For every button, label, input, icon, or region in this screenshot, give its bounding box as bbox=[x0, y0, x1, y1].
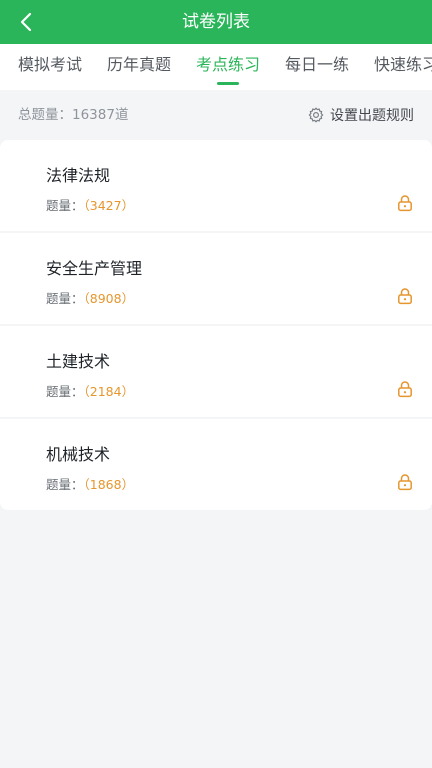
count-label: 题量： bbox=[46, 384, 84, 399]
set-rules-button[interactable]: 设置出题规则 bbox=[308, 90, 414, 140]
count-value: （3427） bbox=[83, 198, 135, 213]
gear-icon bbox=[308, 107, 324, 123]
count-value: （8908） bbox=[83, 291, 135, 306]
paper-list: 法律法规 题量：（3427） 安全生产管理 题量：（8908） 土建技术 题量：… bbox=[0, 140, 432, 510]
paper-card[interactable]: 法律法规 题量：（3427） bbox=[0, 140, 432, 231]
tab-label: 每日一练 bbox=[285, 55, 350, 74]
paper-title: 土建技术 bbox=[46, 352, 111, 371]
tab-mock-exam[interactable]: 模拟考试 bbox=[18, 44, 82, 90]
tab-daily-practice[interactable]: 每日一练 bbox=[285, 44, 349, 90]
tab-past-papers[interactable]: 历年真题 bbox=[107, 44, 171, 90]
tab-label: 考点练习 bbox=[196, 55, 261, 74]
paper-title: 安全生产管理 bbox=[46, 259, 143, 278]
top-bar: 试卷列表 bbox=[0, 0, 432, 44]
count-value: （2184） bbox=[83, 384, 135, 399]
tab-label: 快速练习 bbox=[374, 55, 432, 74]
tab-bar: 模拟考试 历年真题 考点练习 每日一练 快速练习 bbox=[0, 44, 432, 90]
set-rules-label: 设置出题规则 bbox=[330, 108, 414, 124]
total-question-count: 总题量：16387道 bbox=[18, 107, 129, 123]
tab-quick-practice[interactable]: 快速练习 bbox=[374, 44, 432, 90]
count-value: （1868） bbox=[83, 477, 135, 492]
count-label: 题量： bbox=[46, 477, 84, 492]
paper-title: 机械技术 bbox=[46, 445, 111, 464]
paper-question-count: 题量：（3427） bbox=[46, 195, 134, 214]
summary-bar: 总题量：16387道 设置出题规则 bbox=[0, 90, 432, 140]
paper-question-count: 题量：（8908） bbox=[46, 288, 134, 307]
count-label: 题量： bbox=[46, 291, 84, 306]
paper-card[interactable]: 机械技术 题量：（1868） bbox=[0, 419, 432, 510]
page-title: 试卷列表 bbox=[182, 12, 250, 32]
tab-label: 模拟考试 bbox=[18, 55, 83, 74]
lock-icon bbox=[398, 195, 412, 212]
paper-title: 法律法规 bbox=[46, 166, 111, 185]
lock-icon bbox=[398, 381, 412, 398]
paper-card[interactable]: 土建技术 题量：（2184） bbox=[0, 326, 432, 417]
paper-question-count: 题量：（1868） bbox=[46, 474, 134, 493]
lock-icon bbox=[398, 288, 412, 305]
tab-label: 历年真题 bbox=[107, 55, 172, 74]
paper-card[interactable]: 安全生产管理 题量：（8908） bbox=[0, 233, 432, 324]
active-tab-indicator bbox=[217, 82, 239, 85]
paper-question-count: 题量：（2184） bbox=[46, 381, 134, 400]
lock-icon bbox=[398, 474, 412, 491]
count-label: 题量： bbox=[46, 198, 84, 213]
tab-topic-practice[interactable]: 考点练习 bbox=[196, 44, 260, 90]
